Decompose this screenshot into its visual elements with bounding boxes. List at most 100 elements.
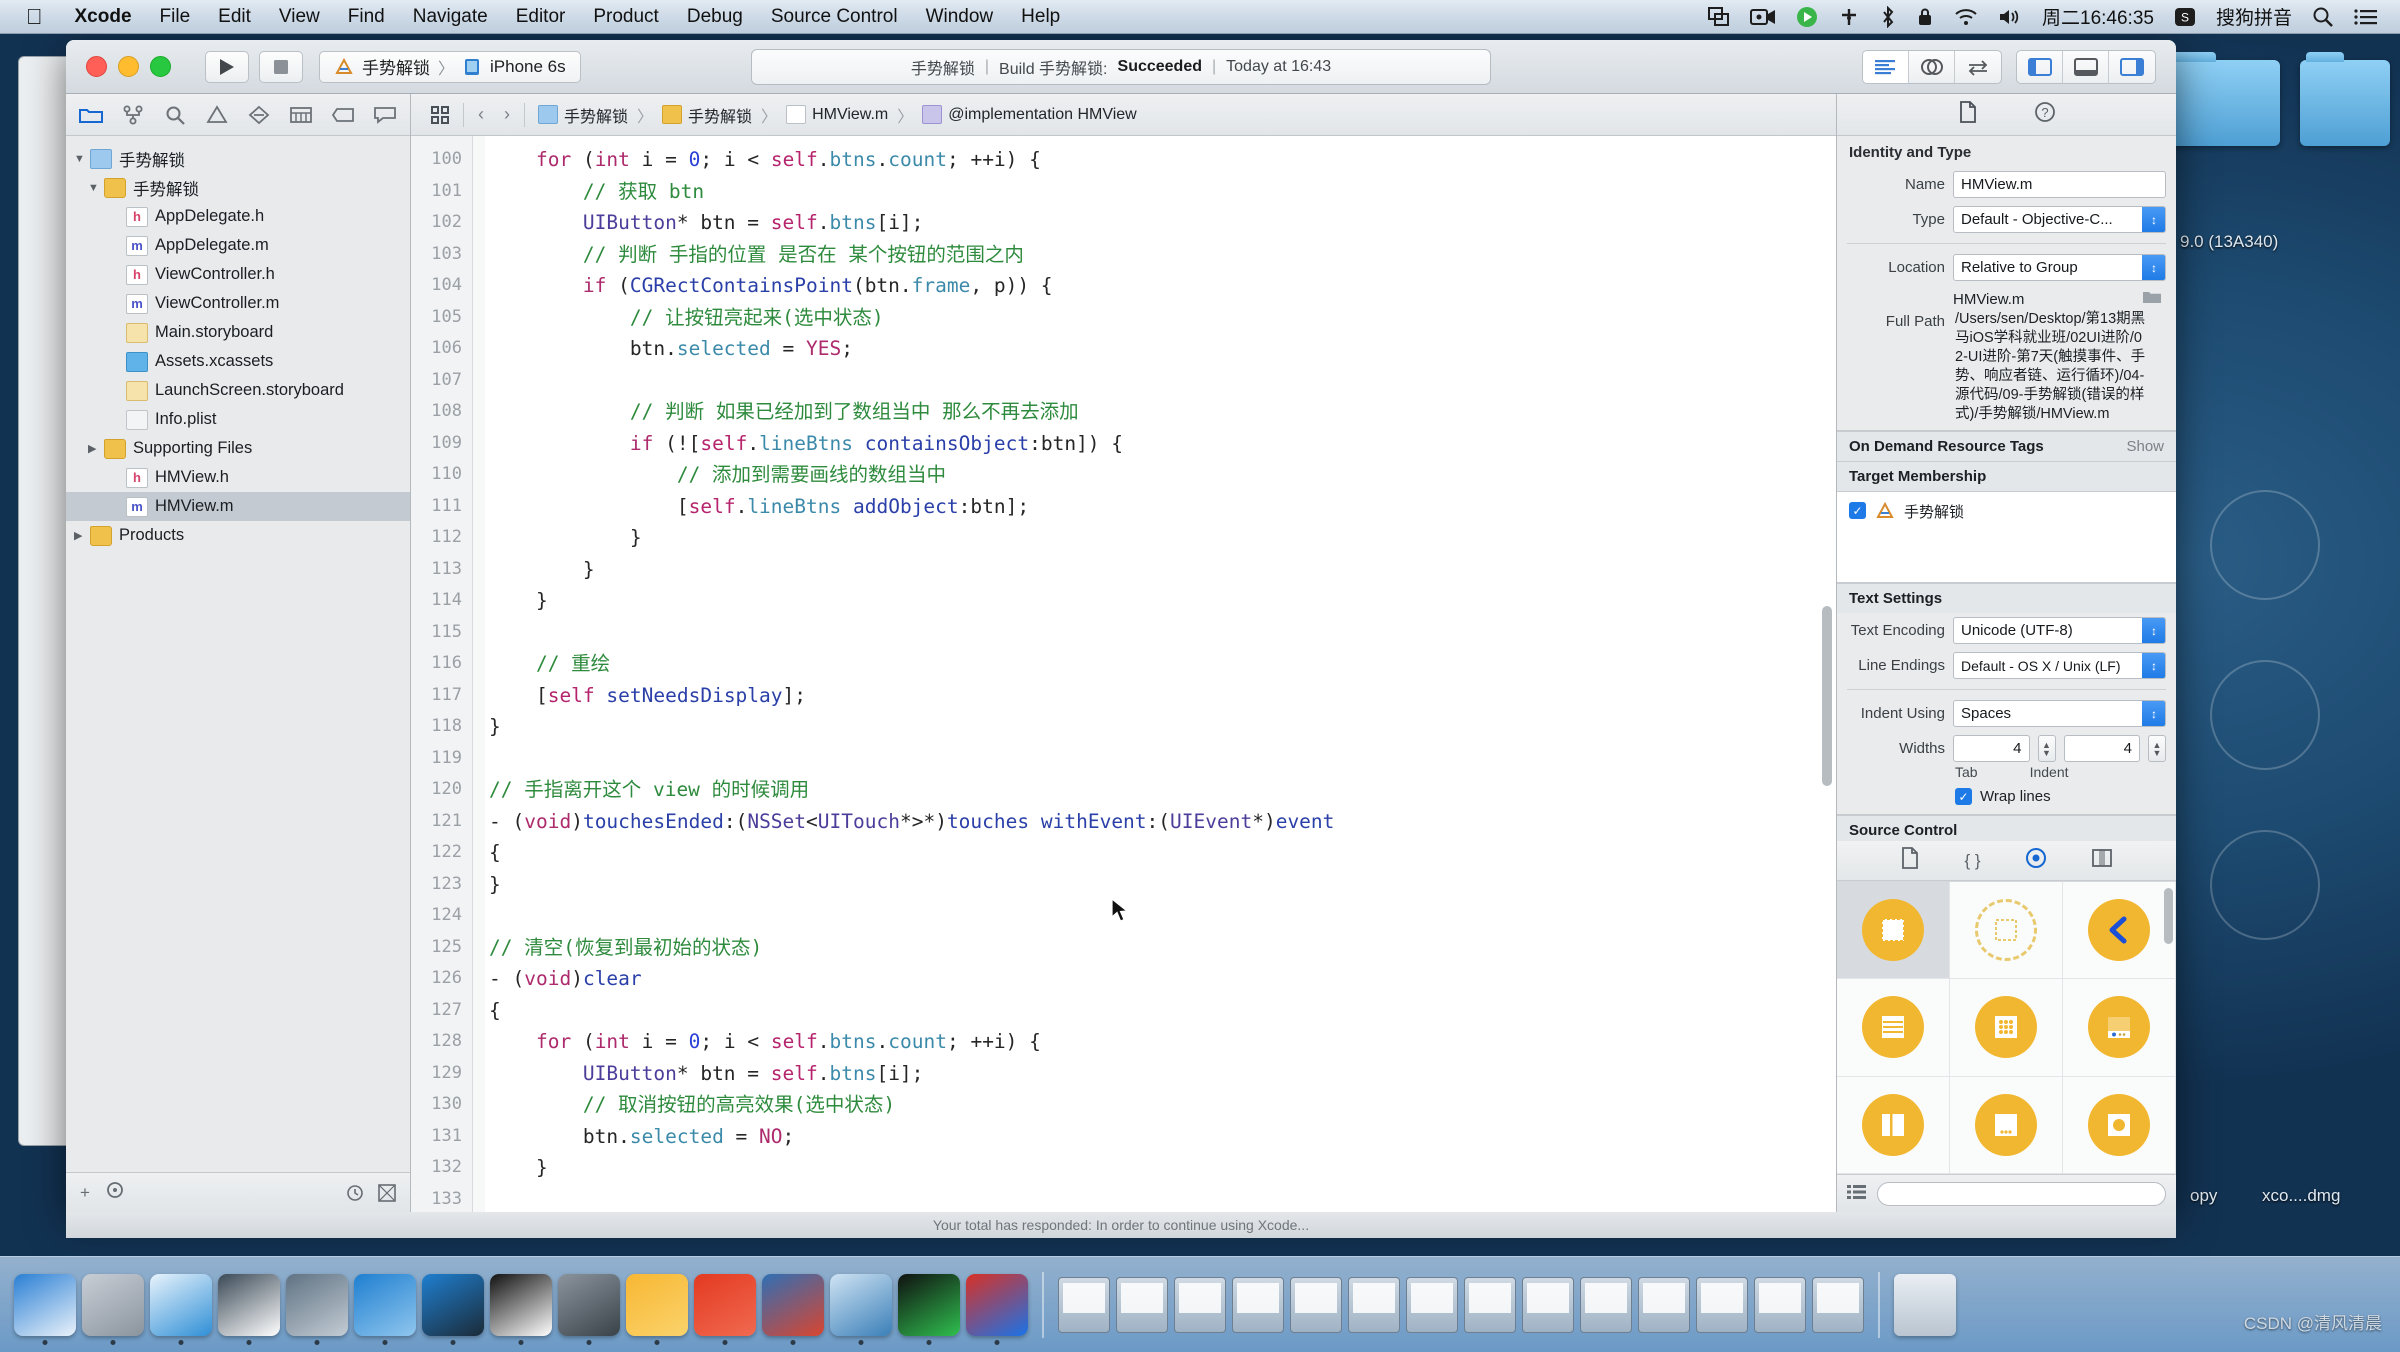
close-button[interactable] [86, 56, 107, 77]
tab-width-field[interactable]: 4 [1953, 735, 2030, 762]
on-demand-show-button[interactable]: Show [2126, 438, 2164, 455]
dock-icon-chrome[interactable] [966, 1273, 1028, 1345]
editor-mode-segment[interactable] [1862, 49, 2002, 84]
type-popup[interactable]: Default - Objective-C... ↕ [1953, 206, 2166, 233]
list-icon[interactable] [2354, 7, 2378, 27]
library-item-table-view-controller[interactable] [1837, 979, 1950, 1077]
breadcrumb-project[interactable]: 手势解锁 [529, 103, 637, 127]
code-line[interactable]: // 获取 btn [473, 176, 1836, 208]
disclosure-triangle-icon[interactable]: ▶ [74, 529, 90, 542]
breadcrumb-symbol[interactable]: @implementation HMView [913, 105, 1145, 124]
code-line[interactable]: // 清空(恢复到最初始的状态) [473, 932, 1836, 964]
window-controls[interactable] [86, 56, 171, 77]
menu-item-edit[interactable]: Edit [204, 6, 265, 28]
source-editor[interactable]: 100 101 102 103 104 105 106 107 108 109 110 111 112 1… [411, 136, 1836, 1212]
library-item-collection-view-controller[interactable] [1950, 979, 2063, 1077]
dock-minimized-window[interactable] [1464, 1276, 1516, 1333]
dock-icon-quicktime[interactable] [286, 1273, 348, 1345]
code-line[interactable]: if (CGRectContainsPoint(btn.frame, p)) { [473, 270, 1836, 302]
code-line[interactable]: } [473, 585, 1836, 617]
location-row[interactable]: Location Relative to Group ↕ [1837, 250, 2176, 285]
dock-minimized-window[interactable] [1232, 1276, 1284, 1333]
menu-item-source-control[interactable]: Source Control [757, 6, 912, 28]
forward-button[interactable]: › [494, 104, 520, 125]
file-inspector-icon[interactable] [1958, 101, 1978, 128]
library-item-page-view-controller[interactable] [1950, 1076, 2063, 1174]
target-checkbox[interactable]: ✓ [1849, 502, 1866, 519]
dock[interactable] [0, 1256, 2400, 1352]
back-button[interactable]: ‹ [468, 104, 494, 125]
menu-bar-status-area[interactable]: 周二16:46:35 S 搜狗拼音 [1708, 3, 2400, 30]
code-line[interactable]: { [473, 995, 1836, 1027]
jump-bar[interactable]: ‹ › 手势解锁 〉 手势解锁 〉 HMView.m 〉 @implementa… [411, 94, 1836, 136]
code-line[interactable]: btn.selected = NO; [473, 1121, 1836, 1153]
code-line[interactable]: // 手指离开这个 view 的时候调用 [473, 774, 1836, 806]
dock-minimized-window[interactable] [1290, 1276, 1342, 1333]
xcode-window[interactable]: 手势解锁 〉 iPhone 6s 手势解锁 | Build 手势解锁: Succ… [66, 40, 2176, 1212]
zoom-button[interactable] [150, 56, 171, 77]
disclosure-triangle-icon[interactable]: ▼ [88, 182, 104, 194]
menu-item-xcode[interactable]: Xcode [61, 6, 146, 28]
code-line[interactable]: } [473, 711, 1836, 743]
wifi-icon[interactable] [1954, 8, 1978, 26]
library-item-split-view-controller[interactable] [1837, 1076, 1950, 1174]
indent-using-popup[interactable]: Spaces ↕ [1953, 700, 2166, 727]
dock-minimized-window[interactable] [1580, 1276, 1632, 1333]
wrap-lines-row[interactable]: ✓ Wrap lines [1837, 780, 2176, 814]
code-line[interactable]: [self.lineBtns addObject:btn]; [473, 491, 1836, 523]
line-endings-row[interactable]: Line Endings Default - OS X / Unix (LF) … [1837, 648, 2176, 683]
file-tree-row[interactable]: Main.storyboard [66, 318, 410, 347]
apple-menu-icon[interactable]:  [26, 5, 43, 28]
trash-icon[interactable] [1894, 1273, 1956, 1336]
indent-width-field[interactable]: 4 [2063, 735, 2140, 762]
chevron-updown-icon[interactable]: ↕ [2142, 653, 2165, 678]
code-line[interactable]: } [473, 1152, 1836, 1184]
dock-icon-sublime[interactable] [762, 1273, 824, 1345]
type-row[interactable]: Type Default - Objective-C... ↕ [1837, 202, 2176, 237]
source-control-icon[interactable] [112, 94, 154, 136]
code-line[interactable]: } [473, 554, 1836, 586]
menu-item-product[interactable]: Product [579, 6, 672, 28]
search-icon[interactable] [2312, 6, 2334, 28]
code-line[interactable]: btn.selected = YES; [473, 333, 1836, 365]
dock-minimized-window[interactable] [1754, 1276, 1806, 1333]
lock-icon[interactable] [1916, 7, 1934, 27]
dock-minimized-window[interactable] [1174, 1276, 1226, 1333]
menu-item-help[interactable]: Help [1007, 6, 1074, 28]
code-line[interactable] [473, 617, 1836, 649]
dock-minimized-window[interactable] [1812, 1276, 1864, 1333]
project-navigator-tree[interactable]: ▼ 手势解锁 ▼ 手势解锁 AppDelegate.h AppDelegate.m View… [66, 136, 410, 1172]
standard-editor-icon[interactable] [1863, 50, 1909, 83]
widths-row[interactable]: Widths 4 ▲ ▼ 4 ▲ ▼ [1837, 731, 2176, 766]
editor-vertical-scrollbar[interactable] [1822, 606, 1832, 786]
quick-help-icon[interactable]: ? [2034, 101, 2056, 128]
dock-minimized-window[interactable] [1058, 1276, 1110, 1333]
dock-minimized-window[interactable] [1696, 1276, 1748, 1333]
target-membership-list[interactable]: ✓ 手势解锁 [1837, 491, 2176, 583]
library-pane[interactable]: { } [1837, 841, 2176, 1212]
add-icon[interactable]: + [80, 1183, 90, 1203]
file-tree-row[interactable]: LaunchScreen.storyboard [66, 376, 410, 405]
dock-icon-safari[interactable] [150, 1273, 212, 1345]
file-tree-row[interactable]: ViewController.h [66, 260, 410, 289]
code-line[interactable] [473, 1184, 1836, 1213]
code-line[interactable]: // 添加到需要画线的数组当中 [473, 459, 1836, 491]
bluetooth-icon[interactable] [1880, 5, 1896, 28]
file-tree-row[interactable]: Info.plist [66, 405, 410, 434]
chevron-updown-icon[interactable]: ↕ [2142, 207, 2165, 232]
encoding-row[interactable]: Text Encoding Unicode (UTF-8) ↕ [1837, 613, 2176, 648]
file-tree-row[interactable]: HMView.m [66, 492, 410, 521]
dock-icon-terminal[interactable] [490, 1273, 552, 1345]
file-tree-row[interactable]: AppDelegate.m [66, 231, 410, 260]
breadcrumb-file[interactable]: HMView.m [777, 105, 897, 124]
library-footer[interactable] [1837, 1174, 2176, 1212]
file-tree-row[interactable]: ▼ 手势解锁 [66, 173, 410, 202]
navigator-tab-bar[interactable] [66, 94, 410, 136]
library-scrollbar[interactable] [2164, 888, 2173, 944]
code-line[interactable]: // 重绘 [473, 648, 1836, 680]
menu-bar-clock[interactable]: 周二16:46:35 [2042, 3, 2154, 30]
dock-minimized-window[interactable] [1522, 1276, 1574, 1333]
input-method-label[interactable]: 搜狗拼音 [2216, 3, 2292, 30]
utilities-pane[interactable]: ? Identity and Type Name HMView.m Type D… [1836, 94, 2176, 1212]
editor-pane[interactable]: ‹ › 手势解锁 〉 手势解锁 〉 HMView.m 〉 @implementa… [411, 94, 1836, 1212]
